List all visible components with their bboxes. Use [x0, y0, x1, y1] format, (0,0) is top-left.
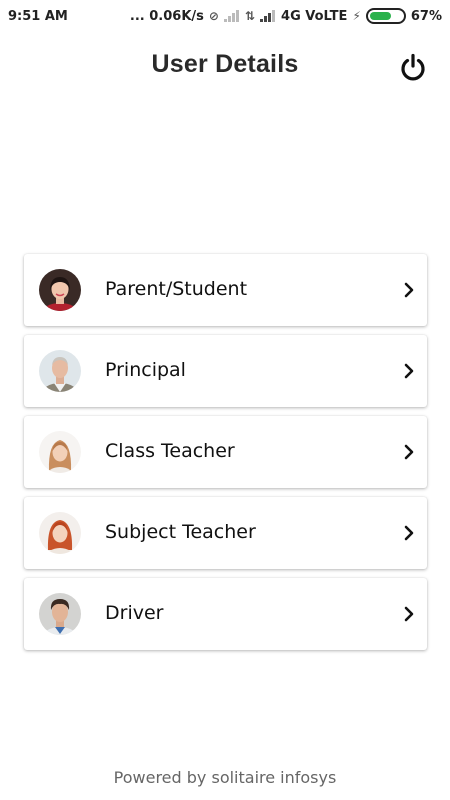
user-type-label: Class Teacher [105, 440, 235, 462]
user-type-class-teacher[interactable]: Class Teacher [24, 416, 427, 488]
chevron-right-icon [404, 282, 414, 298]
user-type-label: Subject Teacher [105, 521, 256, 543]
data-arrows-icon: ⇅ [244, 9, 256, 23]
driver-avatar [39, 593, 81, 635]
user-type-subject-teacher[interactable]: Subject Teacher [24, 497, 427, 569]
signal-icon [223, 10, 240, 22]
user-type-list: Parent/Student Principal Class Teacher S… [24, 254, 427, 659]
subject-teacher-avatar [39, 512, 81, 554]
network-type: 4G VoLTE [281, 8, 348, 24]
powered-by-footer: Powered by solitaire infosys [113, 768, 337, 787]
user-type-parent-student[interactable]: Parent/Student [24, 254, 427, 326]
user-type-label: Principal [105, 359, 186, 381]
principal-avatar [39, 350, 81, 392]
logout-button[interactable] [396, 50, 430, 84]
status-time: 9:51 AM [8, 8, 68, 24]
chevron-right-icon [404, 444, 414, 460]
class-teacher-avatar [39, 431, 81, 473]
power-icon [401, 53, 425, 81]
battery-icon [365, 8, 406, 24]
user-type-driver[interactable]: Driver [24, 578, 427, 650]
app-header: User Details [0, 40, 450, 90]
signal-strong-icon [260, 10, 276, 22]
no-sim-icon: ⊘ [208, 9, 219, 23]
user-type-label: Driver [105, 602, 164, 624]
network-speed: ... 0.06K/s [129, 8, 204, 24]
chevron-right-icon [404, 606, 414, 622]
chevron-right-icon [404, 525, 414, 541]
parent-student-avatar [39, 269, 81, 311]
user-type-principal[interactable]: Principal [24, 335, 427, 407]
charging-icon: ⚡ [352, 9, 361, 23]
user-type-label: Parent/Student [105, 278, 248, 300]
battery-fill [369, 12, 392, 20]
page-title: User Details [151, 50, 299, 78]
chevron-right-icon [404, 363, 414, 379]
status-bar: 9:51 AM ... 0.06K/s ⊘ ⇅ 4G VoLTE ⚡ 67% [0, 0, 450, 32]
battery-percent: 67% [410, 8, 442, 24]
